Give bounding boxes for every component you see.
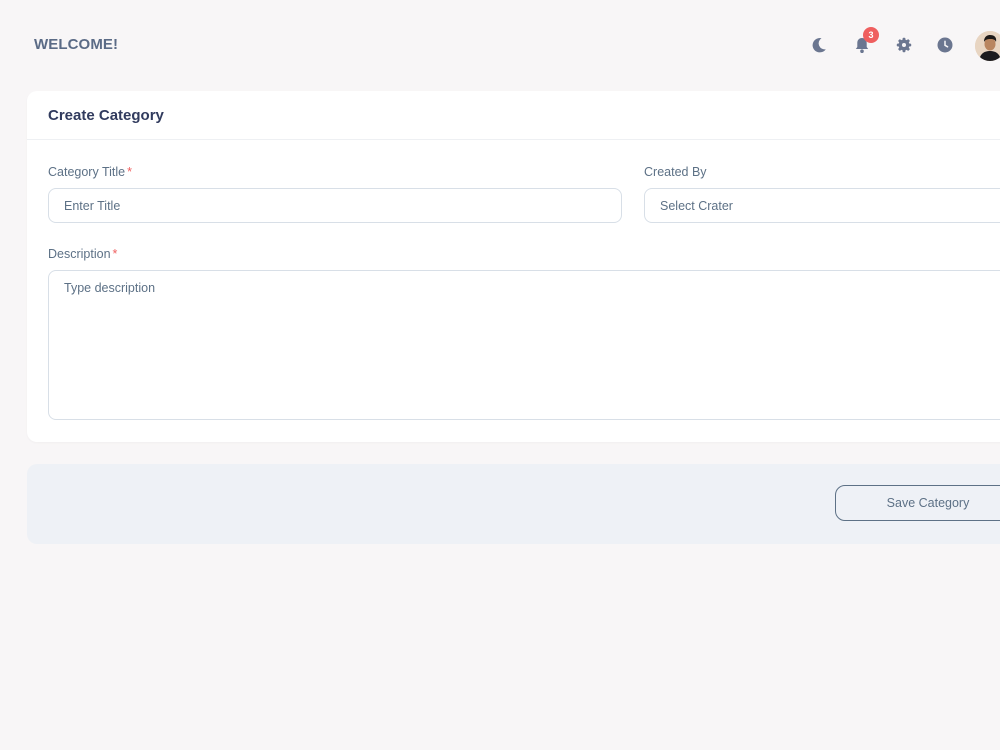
created-by-select[interactable]: Select Crater xyxy=(644,188,1000,223)
category-title-placeholder: Enter Title xyxy=(64,199,121,213)
theme-toggle-button[interactable] xyxy=(808,34,830,56)
avatar-image xyxy=(975,31,1000,61)
description-textarea[interactable]: Type description xyxy=(48,270,1000,420)
moon-icon xyxy=(812,37,826,53)
create-category-card: Create Category Category Title * Enter Ti… xyxy=(27,91,1000,442)
activity-button[interactable] xyxy=(934,34,956,56)
gear-icon xyxy=(896,37,912,53)
description-label: Description * xyxy=(48,247,117,261)
card-title: Create Category xyxy=(48,107,164,124)
category-title-label-text: Category Title xyxy=(48,165,126,179)
clock-icon xyxy=(937,37,953,53)
card-header: Create Category xyxy=(27,91,1000,140)
category-title-label: Category Title * xyxy=(48,165,132,179)
description-placeholder: Type description xyxy=(64,281,156,295)
top-bar: WELCOME! 3 xyxy=(0,0,1000,90)
notification-badge: 3 xyxy=(863,27,879,43)
required-mark: * xyxy=(127,165,132,179)
created-by-label: Created By xyxy=(644,165,707,179)
welcome-text: WELCOME! xyxy=(34,36,119,53)
action-bar: Save Category xyxy=(27,464,1000,544)
user-avatar[interactable] xyxy=(975,31,1000,61)
category-title-input[interactable]: Enter Title xyxy=(48,188,622,223)
save-category-button[interactable]: Save Category xyxy=(835,485,1000,521)
created-by-placeholder: Select Crater xyxy=(660,199,733,213)
required-mark: * xyxy=(112,247,118,261)
description-label-text: Description xyxy=(48,247,111,261)
notifications-button[interactable]: 3 xyxy=(851,27,879,56)
settings-button[interactable] xyxy=(893,34,915,56)
